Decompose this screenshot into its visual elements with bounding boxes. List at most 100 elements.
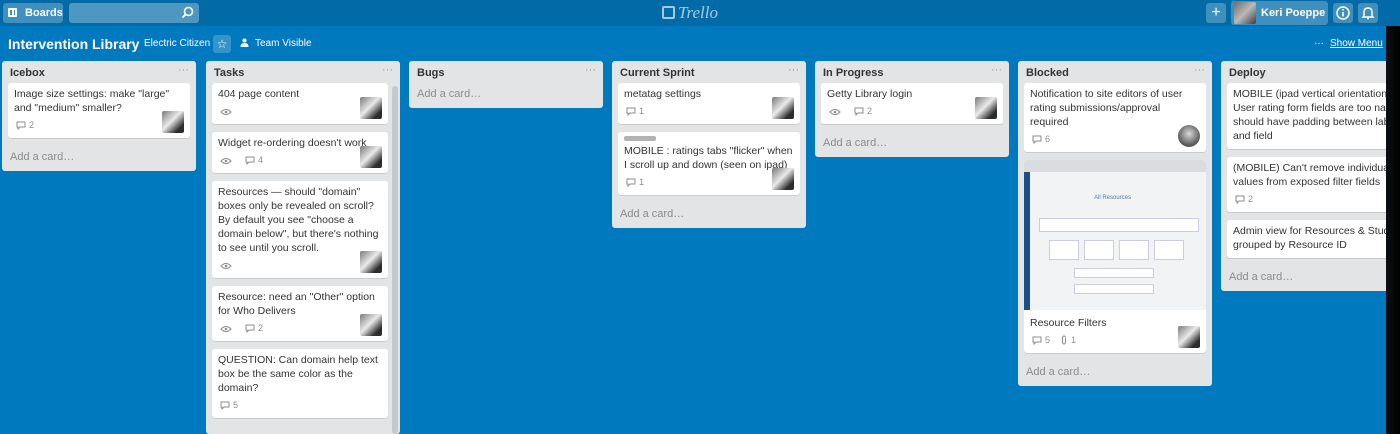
list-title[interactable]: In Progress (823, 67, 884, 79)
member-avatar[interactable] (162, 111, 184, 133)
card[interactable]: Resource: need an "Other" option for Who… (212, 286, 388, 341)
add-card-link[interactable]: Add a card… (815, 132, 1009, 157)
member-avatar[interactable] (360, 314, 382, 336)
comments-badge: 2 (854, 104, 872, 118)
visibility-button[interactable]: Team Visible (240, 38, 312, 49)
list-title[interactable]: Tasks (214, 67, 244, 79)
card[interactable]: Notification to site editors of user rat… (1024, 83, 1206, 152)
show-menu-label: Show Menu (1330, 38, 1383, 49)
list-title[interactable]: Bugs (417, 67, 445, 79)
search-input[interactable] (69, 3, 179, 23)
card-title: Getty Library login (827, 88, 913, 100)
info-icon (1336, 6, 1350, 20)
list-menu-icon[interactable]: ··· (1194, 64, 1205, 76)
card[interactable]: (MOBILE) Can't remove individual values … (1227, 157, 1400, 212)
comments-badge: 1 (626, 175, 644, 189)
list-menu-icon[interactable]: ··· (382, 64, 393, 76)
list-scrollbar[interactable] (392, 86, 398, 434)
list-title[interactable]: Blocked (1026, 67, 1069, 79)
organization-name[interactable]: Electric Citizen (144, 38, 210, 49)
visibility-label: Team Visible (255, 38, 312, 49)
card[interactable]: All Resources Resource Filters 5 1 (1024, 160, 1206, 353)
add-card-link[interactable]: Add a card… (409, 83, 603, 108)
comment-icon (1032, 135, 1042, 144)
comments-badge: 2 (245, 321, 263, 335)
show-menu-button[interactable]: ··· Show Menu (1314, 38, 1383, 49)
trello-logo[interactable]: Trello (662, 3, 718, 23)
list-deploy: Deploy MOBILE (ipad vertical orientation… (1221, 61, 1400, 291)
add-card-link[interactable]: Add a card… (2, 146, 196, 171)
list-in-progress: In Progress ··· Getty Library login 2 Ad… (815, 61, 1009, 157)
list-header[interactable]: Bugs ··· (409, 61, 603, 83)
member-avatar[interactable] (975, 97, 997, 119)
add-card-link[interactable]: Add a card… (1221, 266, 1400, 291)
card-label[interactable] (624, 136, 656, 141)
list-menu-icon[interactable]: ··· (991, 64, 1002, 76)
member-avatar[interactable] (772, 97, 794, 119)
comment-icon (1032, 336, 1042, 345)
board-title[interactable]: Intervention Library (8, 36, 139, 52)
card-title: Resources — should "domain" boxes only b… (218, 186, 379, 254)
watching-badge (220, 153, 235, 167)
user-name: Keri Poeppe (1261, 7, 1326, 19)
list-icebox: Icebox ··· Image size settings: make "la… (2, 61, 196, 171)
eye-icon (220, 325, 232, 333)
card[interactable]: MOBILE (ipad vertical orientation) User … (1227, 83, 1400, 149)
card-title: Notification to site editors of user rat… (1030, 88, 1183, 128)
watching-badge (220, 104, 235, 118)
search-icon[interactable] (181, 6, 194, 19)
card[interactable]: Resources — should "domain" boxes only b… (212, 181, 388, 278)
comment-icon (854, 107, 864, 116)
comments-badge: 2 (1235, 192, 1253, 206)
info-button[interactable] (1333, 3, 1353, 23)
member-avatar[interactable] (360, 251, 382, 273)
card[interactable]: Admin view for Resources & Studi grouped… (1227, 220, 1400, 258)
comment-count: 4 (258, 155, 264, 165)
card[interactable]: 404 page content (212, 83, 388, 124)
member-avatar[interactable] (772, 168, 794, 190)
list-header[interactable]: Deploy (1221, 61, 1400, 83)
list-header[interactable]: Icebox ··· (2, 61, 196, 83)
card-title: 404 page content (218, 88, 300, 100)
list-menu-icon[interactable]: ··· (178, 64, 189, 76)
list-menu-icon[interactable]: ··· (788, 64, 799, 76)
add-button[interactable]: + (1206, 3, 1226, 23)
list-title[interactable]: Icebox (10, 67, 45, 79)
logo-text: Trello (678, 3, 718, 22)
member-avatar[interactable] (1178, 125, 1200, 147)
search-box[interactable] (69, 3, 199, 23)
member-avatar[interactable] (1178, 326, 1200, 348)
notifications-button[interactable] (1358, 3, 1378, 23)
card[interactable]: MOBILE : ratings tabs "flicker" when I s… (618, 132, 800, 195)
list-tasks: Tasks ··· 404 page content Widget re-ord… (206, 61, 400, 434)
card[interactable]: QUESTION: Can domain help text box be th… (212, 349, 388, 418)
card-title: MOBILE (ipad vertical orientation) User … (1233, 88, 1396, 142)
card[interactable]: metatag settings 1 (618, 83, 800, 124)
add-card-link[interactable]: Add a card… (612, 203, 806, 228)
avatar (1234, 2, 1256, 24)
list-header[interactable]: Tasks ··· (206, 61, 400, 83)
boards-button[interactable]: Boards (3, 3, 63, 23)
star-icon[interactable]: ☆ (213, 35, 231, 53)
eye-icon (220, 157, 232, 165)
card[interactable]: Getty Library login 2 (821, 83, 1003, 124)
list-title[interactable]: Deploy (1229, 67, 1266, 79)
list-header[interactable]: Current Sprint ··· (612, 61, 806, 83)
card[interactable]: Widget re-ordering doesn't work 4 (212, 132, 388, 173)
list-header[interactable]: Blocked ··· (1018, 61, 1212, 83)
header-bar: Boards Trello + Keri Poeppe (0, 0, 1400, 26)
list-current-sprint: Current Sprint ··· metatag settings 1 MO… (612, 61, 806, 228)
watching-badge (220, 321, 235, 335)
comment-count: 2 (29, 120, 35, 130)
member-avatar[interactable] (360, 97, 382, 119)
user-menu-button[interactable]: Keri Poeppe (1231, 1, 1328, 25)
attachment-count: 1 (1071, 335, 1077, 345)
list-menu-icon[interactable]: ··· (585, 64, 596, 76)
more-icon: ··· (1314, 38, 1324, 49)
comments-badge: 2 (16, 118, 34, 132)
member-avatar[interactable] (360, 146, 382, 168)
card[interactable]: Image size settings: make "large" and "m… (8, 83, 190, 138)
list-title[interactable]: Current Sprint (620, 67, 695, 79)
add-card-link[interactable]: Add a card… (1018, 361, 1212, 386)
list-header[interactable]: In Progress ··· (815, 61, 1009, 83)
